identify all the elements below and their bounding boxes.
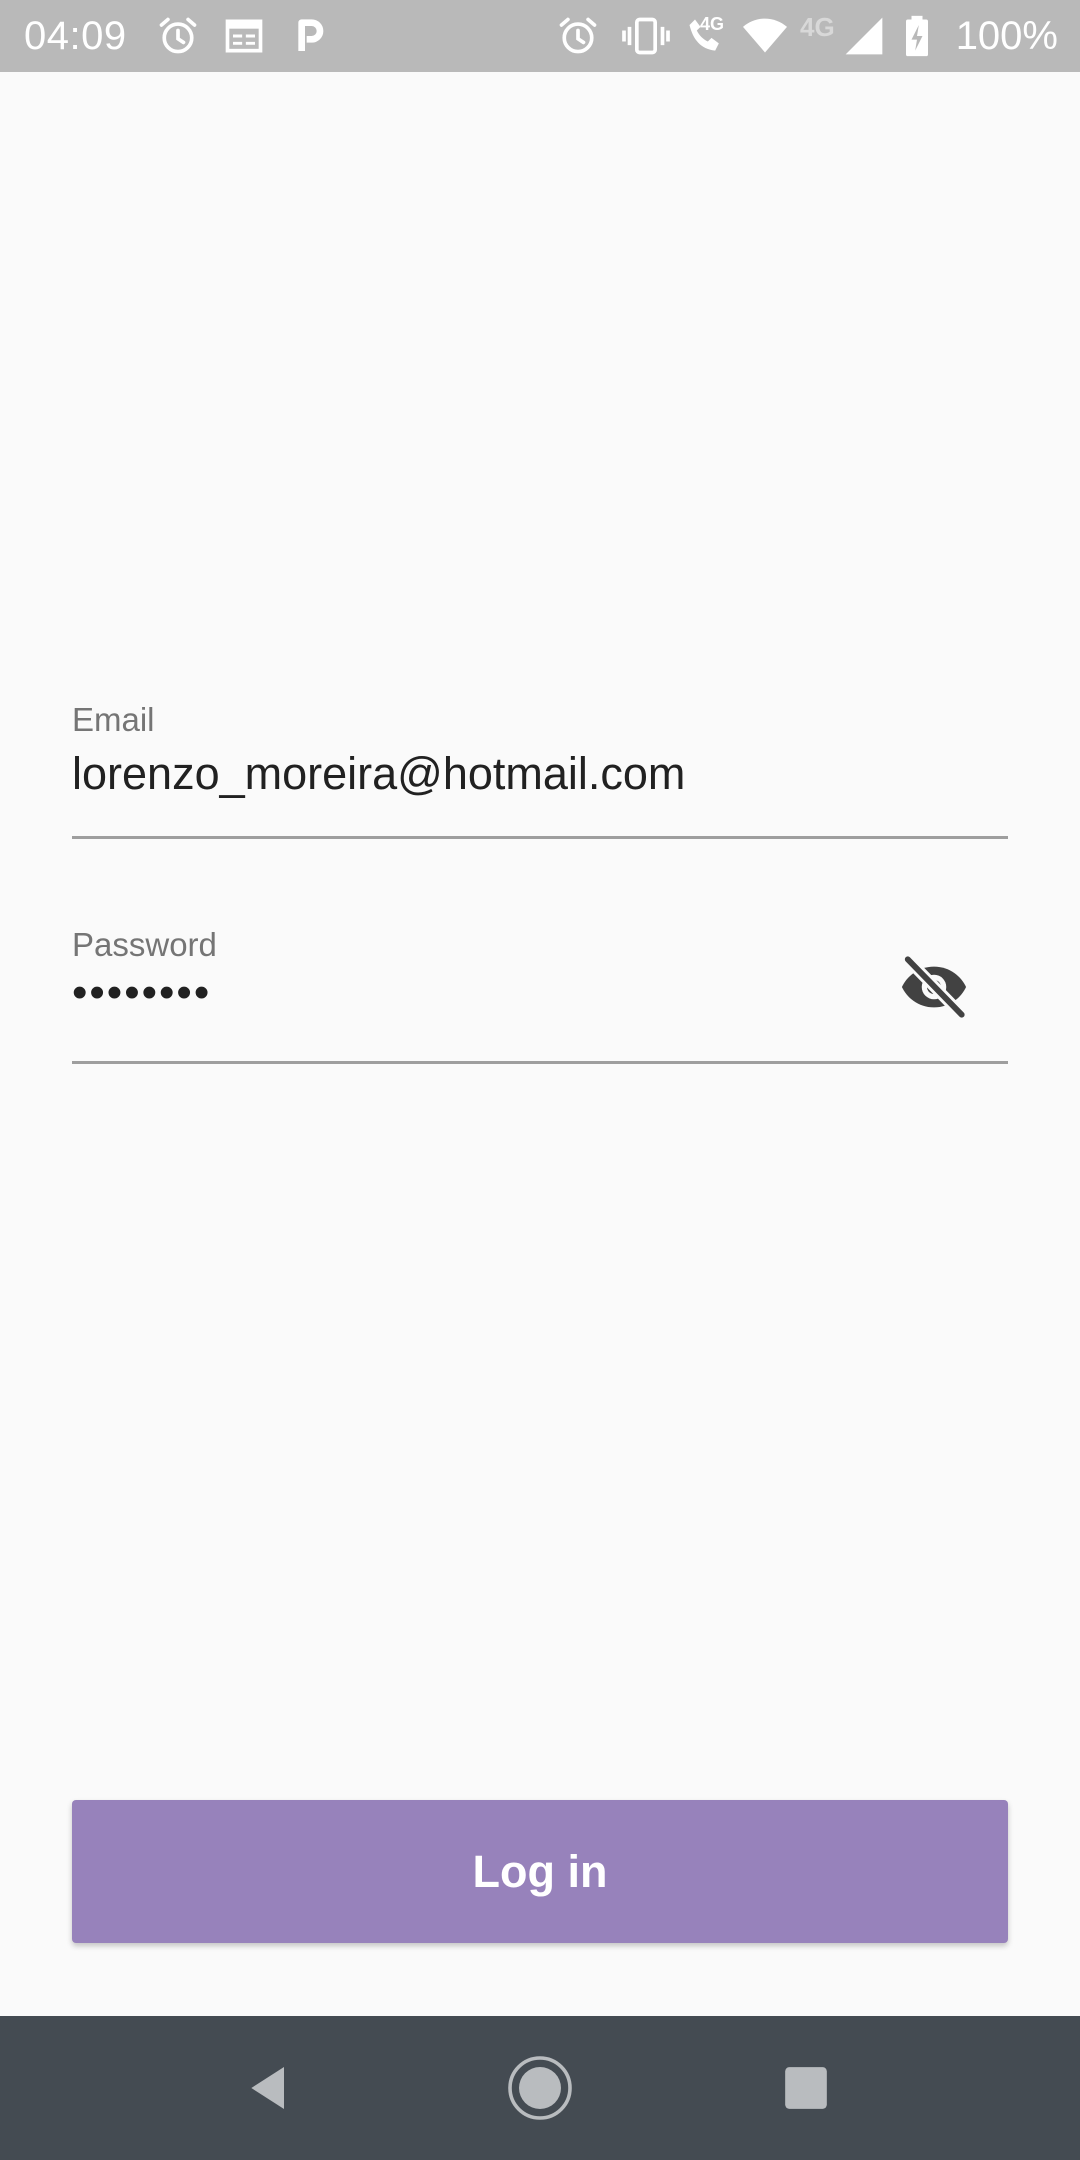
email-input[interactable]: lorenzo_moreira@hotmail.com: [72, 746, 685, 802]
calendar-icon: [225, 19, 263, 53]
email-label: Email: [72, 701, 155, 738]
login-button[interactable]: Log in: [72, 1800, 1008, 1943]
wifi-icon: [743, 18, 787, 53]
status-bar: 04:09 4G 4G 100%: [0, 0, 1080, 72]
password-input[interactable]: ••••••••: [72, 965, 211, 1021]
password-label: Password: [72, 926, 217, 963]
navigation-bar: [0, 2016, 1080, 2160]
email-underline: [72, 836, 1008, 839]
battery-percent: 100%: [955, 14, 1058, 58]
recents-button[interactable]: [756, 2038, 856, 2138]
password-underline: [72, 1061, 1008, 1064]
password-field[interactable]: Password ••••••••: [72, 915, 1008, 1065]
alarm-icon-right: [559, 17, 597, 54]
wifi-calling-4g-label: 4G: [700, 14, 725, 34]
email-field[interactable]: Email lorenzo_moreira@hotmail.com: [72, 690, 1008, 840]
status-time: 04:09: [24, 14, 127, 58]
home-icon: [508, 2056, 572, 2120]
signal-icon: [845, 17, 883, 55]
toggle-password-visibility-button[interactable]: [892, 945, 976, 1029]
back-icon: [251, 2067, 284, 2109]
parking-icon: [298, 19, 324, 51]
battery-charging-icon: [906, 15, 928, 57]
back-button[interactable]: [220, 2038, 320, 2138]
alarm-icon: [159, 17, 197, 54]
home-button[interactable]: [490, 2038, 590, 2138]
vibrate-icon: [622, 17, 670, 55]
recents-icon: [785, 2067, 827, 2109]
visibility-off-icon: [901, 953, 968, 1021]
network-type-label: 4G: [800, 12, 835, 42]
